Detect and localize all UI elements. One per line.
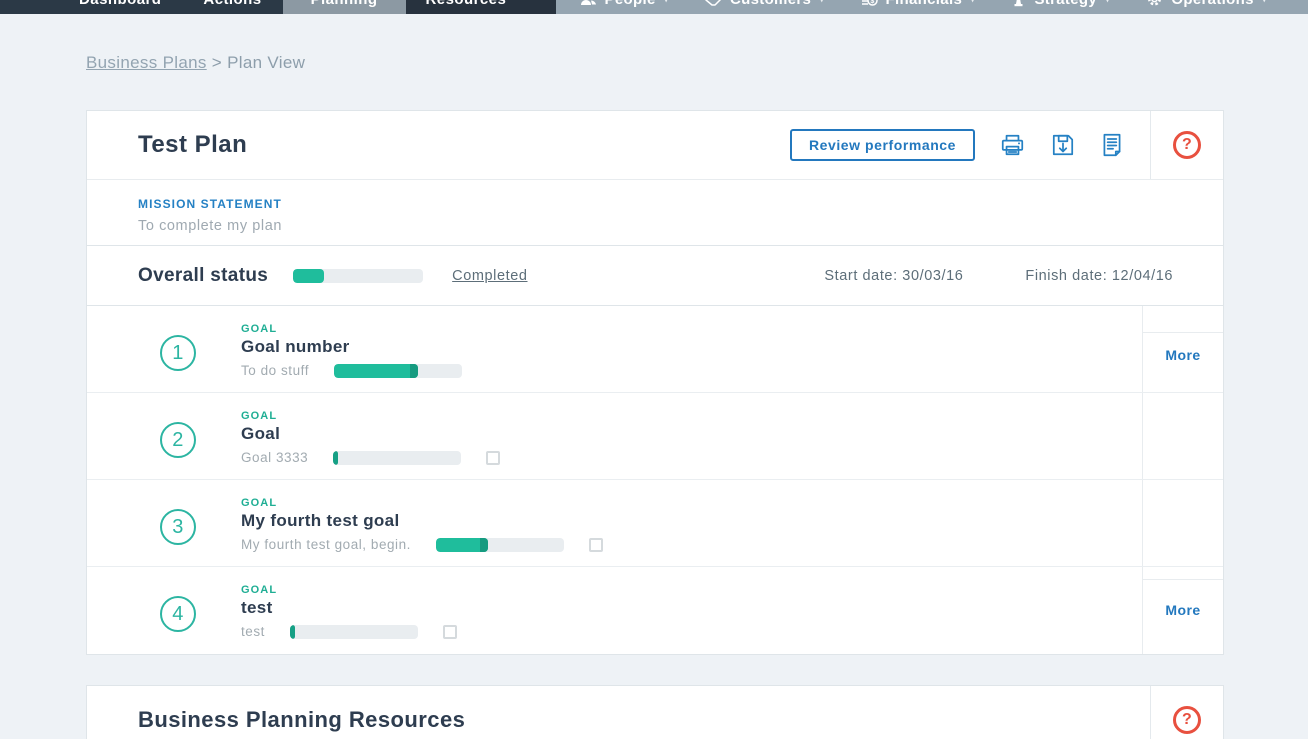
goal-progress-bar bbox=[290, 625, 418, 639]
breadcrumb-current: Plan View bbox=[227, 53, 305, 72]
people-icon bbox=[580, 0, 597, 7]
operations-icon bbox=[1146, 0, 1163, 7]
goal-description: Goal 3333 bbox=[241, 450, 308, 465]
goal-tag: GOAL bbox=[241, 497, 603, 509]
goal-description: To do stuff bbox=[241, 363, 309, 378]
goal-progress-fill bbox=[436, 538, 488, 552]
goal-description: test bbox=[241, 624, 265, 639]
breadcrumb-separator: > bbox=[212, 53, 222, 72]
goal-number-badge: 1 bbox=[160, 335, 196, 371]
goal-progress-bar bbox=[436, 538, 564, 552]
nav-label-operations: Operations bbox=[1171, 0, 1253, 8]
goal-number-badge: 4 bbox=[160, 596, 196, 632]
goal-progress-bar bbox=[333, 451, 461, 465]
top-navigation: Dashboard Actions Planning Resources Peo… bbox=[0, 0, 1308, 14]
save-icon[interactable] bbox=[1050, 132, 1076, 158]
goal-title: test bbox=[241, 598, 457, 618]
goal-title: My fourth test goal bbox=[241, 511, 603, 531]
overall-status-label: Overall status bbox=[138, 265, 268, 287]
nav-dropdown-customers[interactable]: Customers ▾ bbox=[705, 0, 825, 8]
goal-description: My fourth test goal, begin. bbox=[241, 537, 411, 552]
chevron-down-icon: ▾ bbox=[1262, 0, 1267, 5]
nav-label-financials: Financials bbox=[886, 0, 963, 8]
nav-dropdown-operations[interactable]: Operations ▾ bbox=[1146, 0, 1267, 8]
goal-row-3: 3 GOAL My fourth test goal My fourth tes… bbox=[87, 480, 1223, 567]
goal-progress-fill bbox=[290, 625, 295, 639]
chevron-down-icon: ▾ bbox=[819, 0, 824, 5]
resources-card: Business Planning Resources ? bbox=[86, 685, 1224, 739]
goal-tag: GOAL bbox=[241, 584, 457, 596]
nav-label-strategy: Strategy bbox=[1034, 0, 1097, 8]
plan-card-header: Test Plan Review performance ? bbox=[87, 111, 1223, 179]
resources-title: Business Planning Resources bbox=[138, 707, 465, 733]
mission-statement-text: To complete my plan bbox=[138, 218, 1223, 234]
more-link[interactable]: More bbox=[1165, 602, 1200, 618]
chevron-down-icon: ▾ bbox=[970, 0, 975, 5]
nav-dropdown-strategy[interactable]: Strategy ▾ bbox=[1011, 0, 1110, 8]
goal-checkbox[interactable] bbox=[486, 451, 500, 465]
nav-dropdown-financials[interactable]: $ Financials ▾ bbox=[861, 0, 976, 8]
overall-progress-bar bbox=[293, 269, 423, 283]
nav-dropdown-people[interactable]: People ▾ bbox=[580, 0, 669, 8]
goal-number-badge: 2 bbox=[160, 422, 196, 458]
goal-progress-fill bbox=[333, 451, 338, 465]
print-icon[interactable] bbox=[999, 132, 1026, 158]
overall-status-row: Overall status Completed Start date: 30/… bbox=[87, 245, 1223, 305]
status-completed-link[interactable]: Completed bbox=[452, 268, 527, 284]
goal-more-cell: More bbox=[1142, 306, 1223, 392]
goal-tag: GOAL bbox=[241, 323, 462, 335]
goal-row-2: 2 GOAL Goal Goal 3333 bbox=[87, 393, 1223, 480]
financials-icon: $ bbox=[861, 0, 878, 7]
goal-more-cell bbox=[1142, 393, 1223, 479]
nav-item-actions[interactable]: Actions bbox=[182, 0, 282, 14]
mission-section: MISSION STATEMENT To complete my plan bbox=[87, 179, 1223, 245]
customers-icon bbox=[705, 0, 722, 7]
goal-tag: GOAL bbox=[241, 410, 500, 422]
nav-item-dashboard[interactable]: Dashboard bbox=[58, 0, 182, 14]
goal-title: Goal bbox=[241, 424, 500, 444]
more-link[interactable]: More bbox=[1165, 347, 1200, 363]
goal-checkbox[interactable] bbox=[443, 625, 457, 639]
svg-text:$: $ bbox=[870, 0, 874, 5]
goal-more-cell: More bbox=[1142, 567, 1223, 654]
nav-label-customers: Customers bbox=[730, 0, 811, 8]
goal-checkbox[interactable] bbox=[589, 538, 603, 552]
help-icon[interactable]: ? bbox=[1173, 706, 1201, 734]
nav-item-resources[interactable]: Resources bbox=[406, 0, 556, 14]
chevron-down-icon: ▾ bbox=[1105, 0, 1110, 5]
goals-list: 1 GOAL Goal number To do stuff More bbox=[87, 305, 1223, 654]
goal-progress-fill bbox=[334, 364, 418, 378]
document-icon[interactable] bbox=[1100, 132, 1124, 158]
resources-card-header: Business Planning Resources ? bbox=[87, 686, 1223, 739]
goal-row-1: 1 GOAL Goal number To do stuff More bbox=[87, 306, 1223, 393]
goal-row-4: 4 GOAL test test More bbox=[87, 567, 1223, 654]
breadcrumb-link-business-plans[interactable]: Business Plans bbox=[86, 53, 207, 72]
breadcrumb: Business Plans > Plan View bbox=[86, 53, 1308, 73]
goal-number-badge: 3 bbox=[160, 509, 196, 545]
mission-statement-label: MISSION STATEMENT bbox=[138, 197, 1223, 211]
goal-title: Goal number bbox=[241, 337, 462, 357]
page-title: Test Plan bbox=[138, 131, 247, 159]
help-icon[interactable]: ? bbox=[1173, 131, 1201, 159]
goal-more-cell bbox=[1142, 480, 1223, 566]
nav-label-people: People bbox=[605, 0, 656, 8]
overall-progress-fill bbox=[293, 269, 324, 283]
plan-card: Test Plan Review performance ? MISSION S… bbox=[86, 110, 1224, 655]
goal-progress-bar bbox=[334, 364, 462, 378]
strategy-icon bbox=[1011, 0, 1026, 7]
chevron-down-icon: ▾ bbox=[664, 0, 669, 5]
nav-item-planning[interactable]: Planning bbox=[283, 0, 406, 14]
finish-date: Finish date: 12/04/16 bbox=[1025, 268, 1173, 284]
review-performance-button[interactable]: Review performance bbox=[790, 129, 975, 161]
start-date: Start date: 30/03/16 bbox=[824, 268, 963, 284]
